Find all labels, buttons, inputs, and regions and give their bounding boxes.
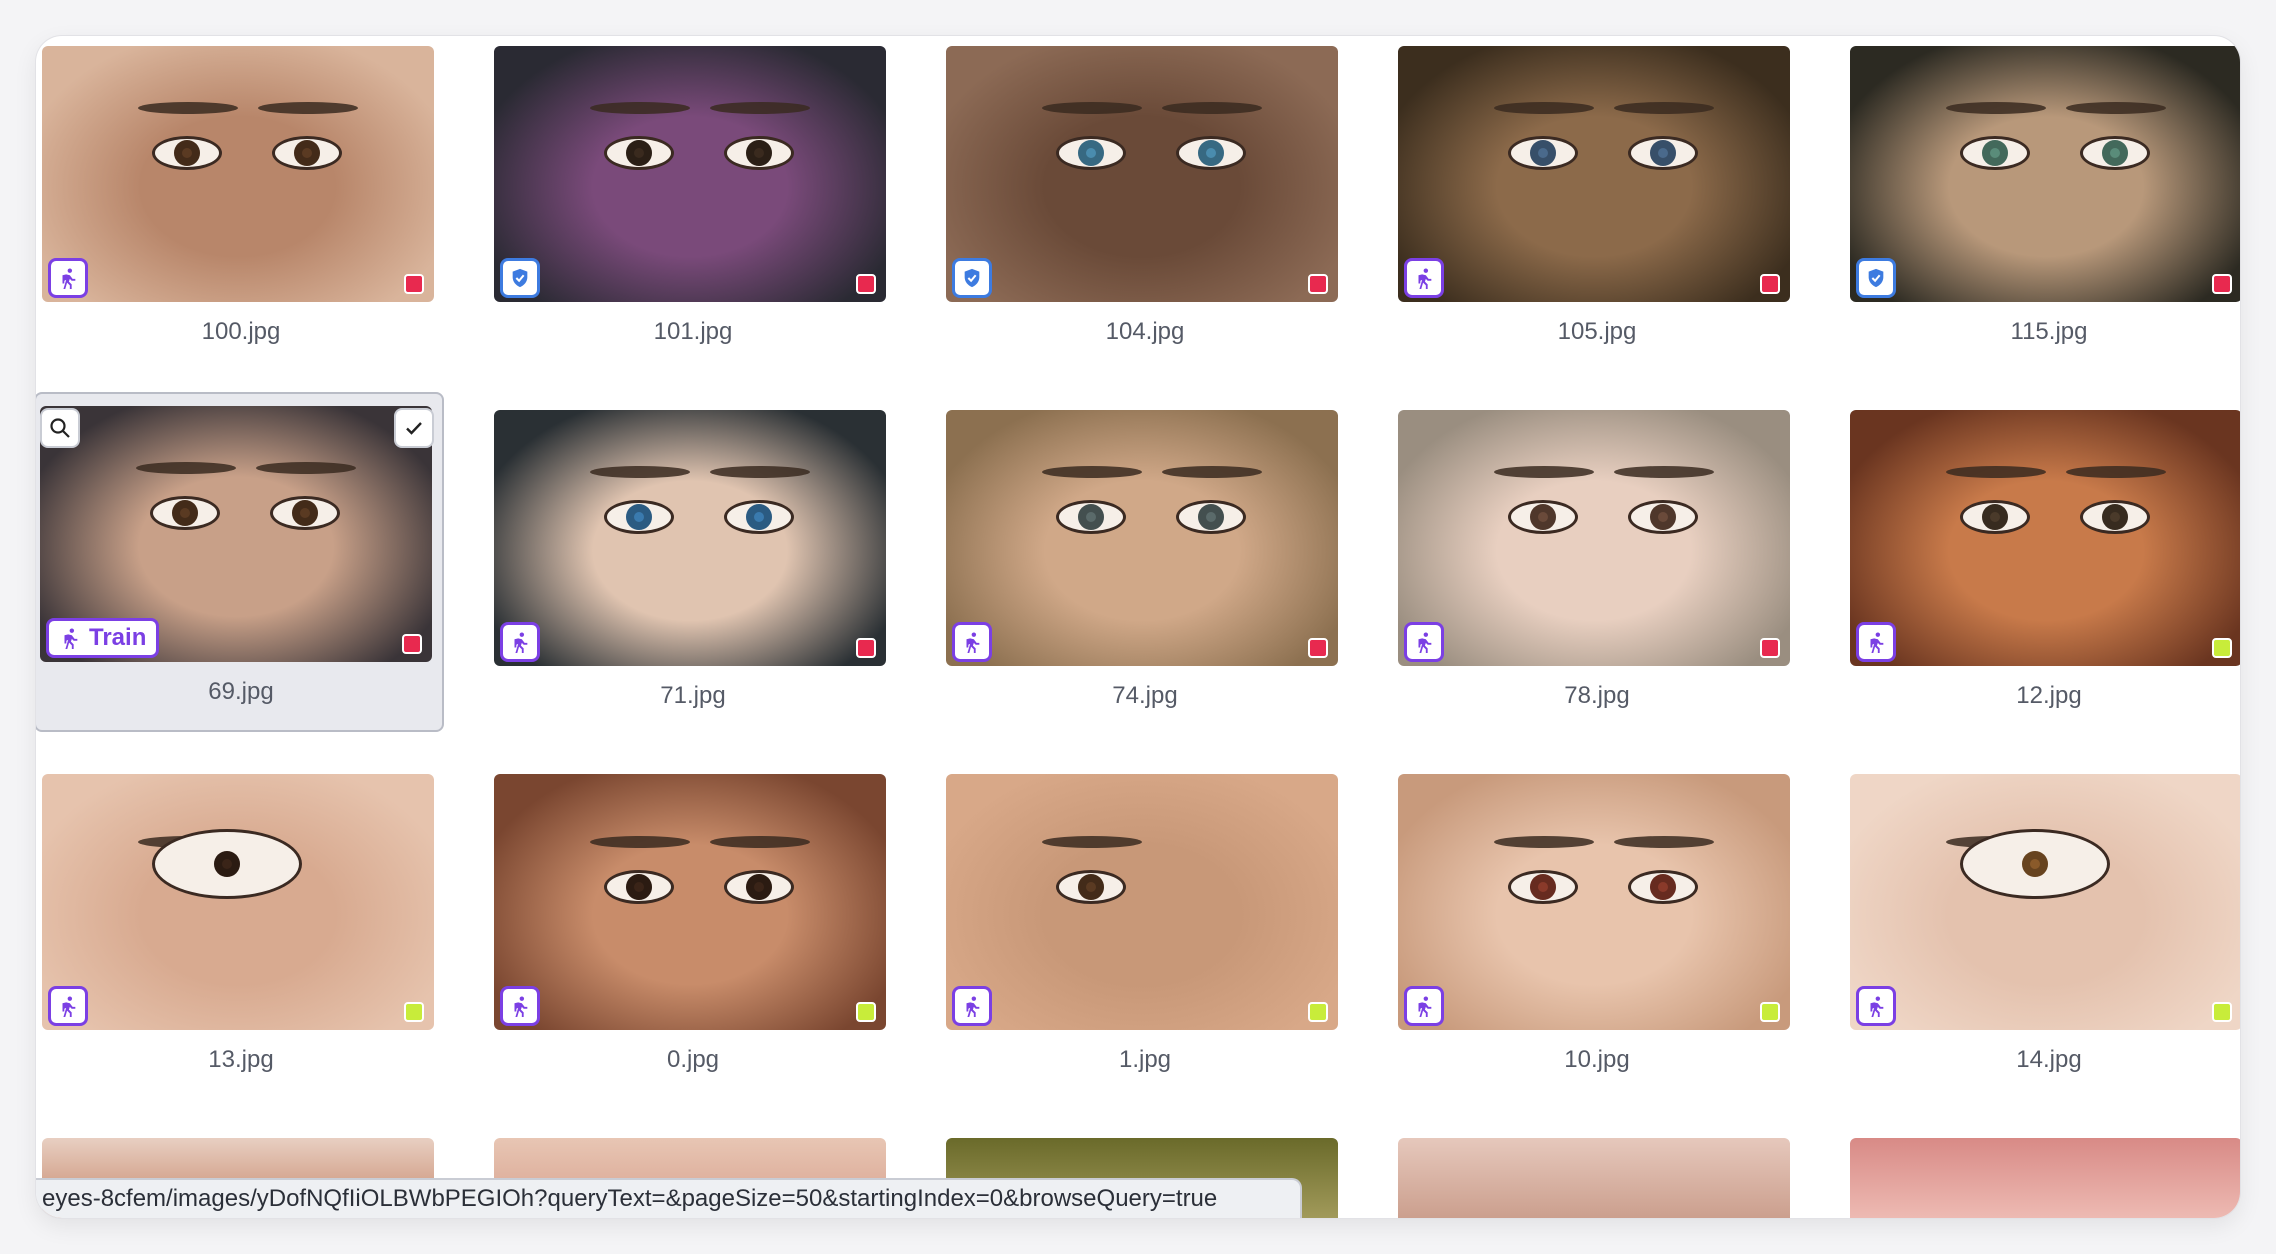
verified-badge[interactable] xyxy=(500,258,540,298)
image-thumbnail[interactable] xyxy=(946,410,1338,666)
runner-icon xyxy=(1865,631,1887,653)
image-card[interactable]: 104.jpg xyxy=(940,36,1350,378)
image-filename: 69.jpg xyxy=(208,678,274,705)
label-color-tag xyxy=(1760,1002,1780,1022)
label-color-tag xyxy=(856,1002,876,1022)
image-thumbnail[interactable] xyxy=(1850,774,2240,1030)
zoom-search-icon[interactable] xyxy=(40,408,80,448)
image-filename: 74.jpg xyxy=(1112,682,1178,709)
split-badge[interactable] xyxy=(500,622,540,662)
runner-icon xyxy=(1413,995,1435,1017)
image-card[interactable]: 105.jpg xyxy=(1392,36,1802,378)
image-card[interactable]: Train 69.jpg xyxy=(36,392,444,732)
label-color-tag xyxy=(404,1002,424,1022)
image-thumbnail[interactable] xyxy=(946,46,1338,302)
image-thumbnail[interactable] xyxy=(1398,774,1790,1030)
label-color-tag xyxy=(2212,1002,2232,1022)
label-color-tag xyxy=(402,634,422,654)
split-badge[interactable] xyxy=(952,986,992,1026)
split-badge[interactable] xyxy=(48,986,88,1026)
label-color-tag xyxy=(404,274,424,294)
image-card[interactable]: 71.jpg xyxy=(488,400,898,742)
split-badge[interactable] xyxy=(500,986,540,1026)
image-filename: 10.jpg xyxy=(1564,1046,1630,1073)
image-card[interactable]: 13.jpg xyxy=(36,764,446,1106)
image-card[interactable]: 10.jpg xyxy=(1392,764,1802,1106)
image-thumbnail[interactable] xyxy=(42,46,434,302)
image-filename: 115.jpg xyxy=(2010,318,2088,345)
image-thumbnail[interactable] xyxy=(494,46,886,302)
split-badge[interactable] xyxy=(1404,622,1444,662)
image-thumbnail[interactable] xyxy=(1398,46,1790,302)
runner-icon xyxy=(57,995,79,1017)
image-card[interactable]: 115.jpg xyxy=(1844,36,2240,378)
image-thumbnail[interactable] xyxy=(1850,410,2240,666)
image-thumbnail[interactable] xyxy=(42,774,434,1030)
shield-icon xyxy=(1865,267,1887,289)
runner-icon xyxy=(961,995,983,1017)
image-filename: 71.jpg xyxy=(660,682,726,709)
image-card[interactable]: 0.jpg xyxy=(488,764,898,1106)
image-filename: 78.jpg xyxy=(1564,682,1630,709)
image-card[interactable]: 74.jpg xyxy=(940,400,1350,742)
link-preview-statusbar: eyes-8cfem/images/yDofNQfIiOLBWbPEGIOh?q… xyxy=(36,1178,1302,1218)
verified-badge[interactable] xyxy=(952,258,992,298)
runner-icon xyxy=(509,631,531,653)
verified-badge[interactable] xyxy=(1856,258,1896,298)
label-color-tag xyxy=(1760,274,1780,294)
label-color-tag xyxy=(2212,274,2232,294)
label-color-tag xyxy=(1308,638,1328,658)
runner-icon xyxy=(509,995,531,1017)
image-card[interactable]: 100.jpg xyxy=(36,36,446,378)
runner-icon xyxy=(1413,267,1435,289)
label-color-tag xyxy=(856,274,876,294)
label-color-tag xyxy=(2212,638,2232,658)
image-card[interactable]: 1.jpg xyxy=(940,764,1350,1106)
runner-icon xyxy=(961,631,983,653)
image-thumbnail[interactable] xyxy=(1398,1138,1790,1218)
link-preview-url: eyes-8cfem/images/yDofNQfIiOLBWbPEGIOh?q… xyxy=(42,1185,1218,1212)
image-gallery-window: 100.jpg 101.jpg 104.jpg 105.jpg 115.jpg Train… xyxy=(36,36,2240,1218)
runner-icon xyxy=(59,627,81,649)
image-card[interactable]: 12.jpg xyxy=(1844,400,2240,742)
image-thumbnail[interactable] xyxy=(1850,1138,2240,1218)
image-filename: 101.jpg xyxy=(653,318,733,345)
image-thumbnail[interactable] xyxy=(1850,46,2240,302)
split-badge[interactable] xyxy=(1856,986,1896,1026)
runner-icon xyxy=(1413,631,1435,653)
runner-icon xyxy=(57,267,79,289)
shield-icon xyxy=(509,267,531,289)
image-filename: 14.jpg xyxy=(2016,1046,2082,1073)
image-filename: 100.jpg xyxy=(201,318,281,345)
split-badge[interactable] xyxy=(952,622,992,662)
image-thumbnail[interactable] xyxy=(494,410,886,666)
image-card[interactable]: 101.jpg xyxy=(488,36,898,378)
image-thumbnail[interactable] xyxy=(1398,410,1790,666)
image-filename: 12.jpg xyxy=(2016,682,2082,709)
label-color-tag xyxy=(1760,638,1780,658)
image-card[interactable]: 14.jpg xyxy=(1844,764,2240,1106)
image-thumbnail[interactable] xyxy=(946,774,1338,1030)
image-thumbnail[interactable] xyxy=(494,774,886,1030)
image-filename: 104.jpg xyxy=(1105,318,1185,345)
split-badge[interactable] xyxy=(1404,258,1444,298)
select-checkbox[interactable] xyxy=(394,408,434,448)
split-badge[interactable] xyxy=(48,258,88,298)
image-thumbnail[interactable]: Train xyxy=(40,406,432,662)
image-filename: 1.jpg xyxy=(1118,1046,1172,1073)
label-color-tag xyxy=(1308,1002,1328,1022)
label-color-tag xyxy=(856,638,876,658)
image-filename: 105.jpg xyxy=(1557,318,1637,345)
split-badge[interactable] xyxy=(1404,986,1444,1026)
runner-icon xyxy=(1865,995,1887,1017)
split-badge-label: Train xyxy=(89,624,147,651)
shield-icon xyxy=(961,267,983,289)
image-card[interactable]: 78.jpg xyxy=(1392,400,1802,742)
label-color-tag xyxy=(1308,274,1328,294)
image-filename: 0.jpg xyxy=(666,1046,720,1073)
image-grid: 100.jpg 101.jpg 104.jpg 105.jpg 115.jpg Train… xyxy=(36,36,2240,1218)
split-badge[interactable] xyxy=(1856,622,1896,662)
image-filename: 13.jpg xyxy=(208,1046,274,1073)
split-badge[interactable]: Train xyxy=(46,618,160,658)
